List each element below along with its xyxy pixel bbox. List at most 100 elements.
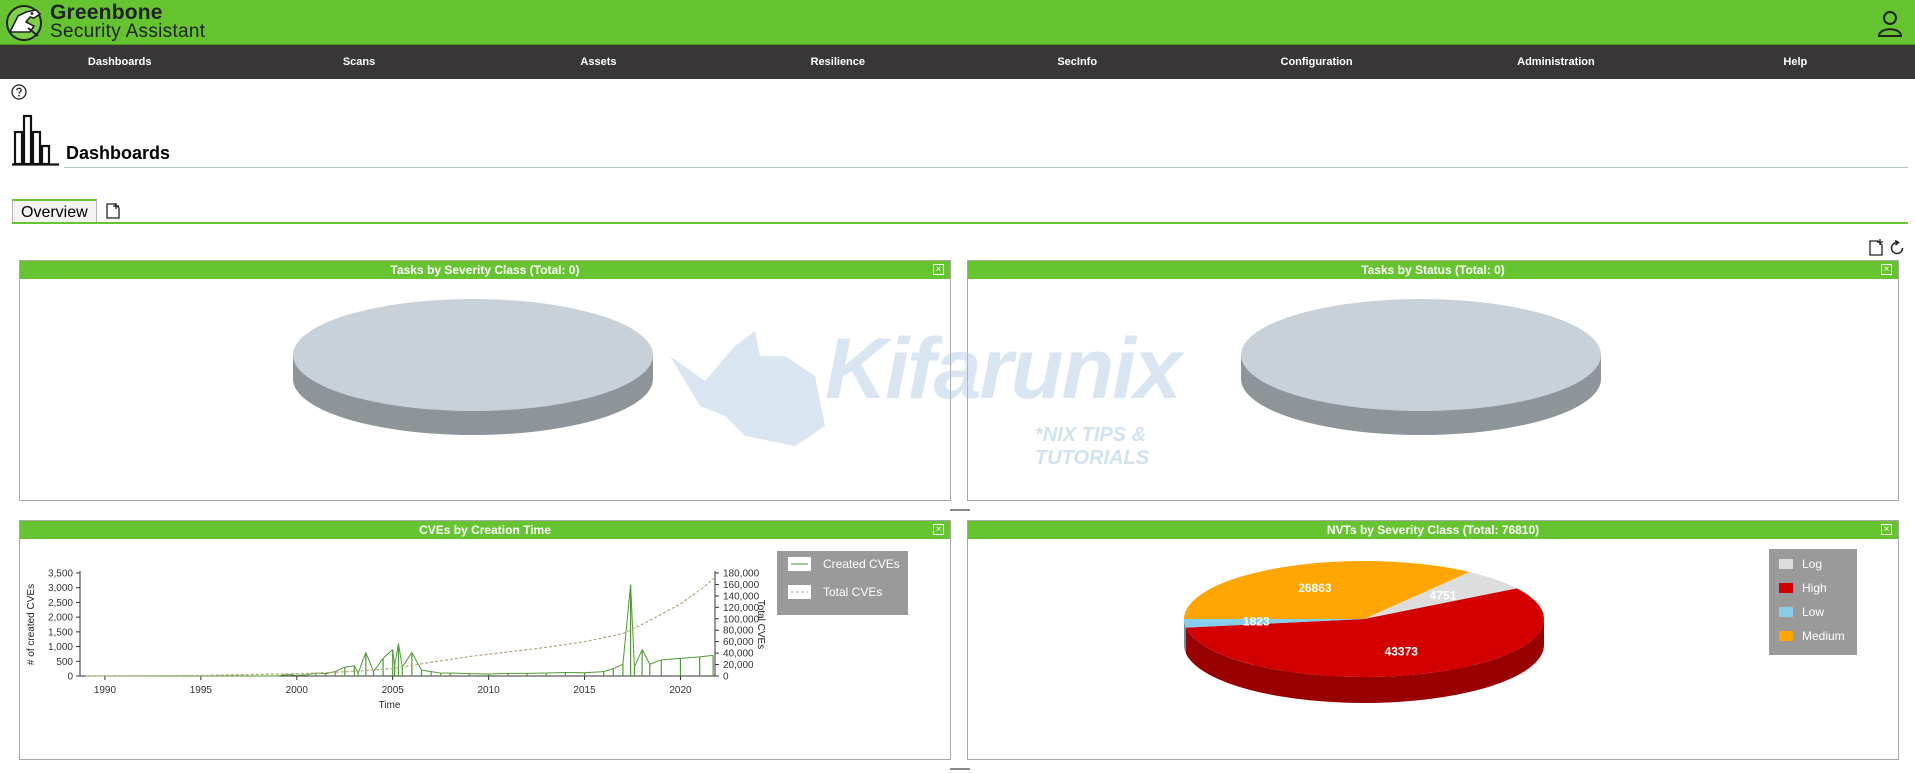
dashboard-bars-icon [12,114,59,166]
created-cves-segment [699,654,714,658]
x-tick-label: 2015 [573,685,596,696]
menu-help[interactable]: Help [1676,45,1915,79]
title-divider [64,167,1908,168]
close-icon[interactable]: × [933,264,944,275]
cves-by-creation-time-panel: CVEs by Creation Time × 0 500 1,000 1,500 2,… [19,520,951,760]
tasks-severity-chart [293,299,653,435]
pie-value-medium: 26863 [1298,581,1332,595]
created-cves-segment [401,652,413,668]
new-dashboard-icon[interactable] [1868,239,1884,256]
y-tick-label: 1,500 [48,627,73,638]
empty-pie [293,299,653,411]
tasks-status-chart [1241,299,1601,435]
panel-title[interactable]: CVEs by Creation Time [20,521,950,539]
row-resize-handle[interactable] [950,509,970,511]
menu-configuration[interactable]: Configuration [1197,45,1436,79]
close-icon[interactable]: × [933,524,944,535]
legend-swatch-high [1779,583,1793,593]
menu-scans[interactable]: Scans [239,45,478,79]
created-cves-segment [365,652,374,672]
top-bar: Greenbone Security Assistant [0,0,1915,45]
x-tick-label: 2005 [382,685,405,696]
menu-dashboards[interactable]: Dashboards [0,45,239,79]
x-axis-label: Time [379,700,401,711]
created-cves-segment [649,659,662,665]
created-cves-segment [430,671,441,674]
y-tick-label: 1,000 [48,642,73,653]
tab-overview[interactable]: Overview [12,199,97,222]
created-cves-segment [680,656,700,659]
created-cves-segment [488,672,508,675]
nvt-legend: Log High Low Medium [1769,549,1857,655]
y2-tick-label: 160,000 [723,580,760,591]
created-cves-segment [334,666,345,673]
created-cves-segment [382,649,394,659]
y2-tick-label: 140,000 [723,591,760,602]
tab-divider [12,222,1908,224]
y2-tick-label: 100,000 [723,614,760,625]
created-cves-segment [296,674,307,676]
pie-value-log: 4751 [1430,588,1457,602]
tasks-by-severity-panel: Tasks by Severity Class (Total: 0) × [19,260,951,501]
y2-tick-label: 0 [723,672,729,683]
menu-administration[interactable]: Administration [1436,45,1675,79]
panel-title[interactable]: NVTs by Severity Class (Total: 76810) [968,521,1898,539]
help-icon[interactable] [11,84,27,100]
created-cves-segment [661,657,681,661]
created-cves-segment [613,663,624,670]
created-cves-segment [421,669,432,673]
pie-top: 26863 4751 43373 1823 [1184,561,1544,677]
y2-tick-label: 60,000 [723,637,754,648]
reset-icon[interactable] [1889,240,1905,256]
y2-tick-label: 180,000 [723,569,760,580]
legend-label-medium: Medium [1802,629,1845,643]
legend-swatch-medium [1779,631,1793,641]
x-tick-label: 1990 [94,685,117,696]
x-tick-label: 2000 [286,685,309,696]
close-icon[interactable]: × [1881,524,1892,535]
nvts-by-severity-panel: NVTs by Severity Class (Total: 76810) × … [967,520,1899,760]
y2-axis-label: Total CVEs [755,600,766,649]
brand-subtitle: Security Assistant [50,21,206,42]
created-cves-segment [633,649,643,668]
user-icon[interactable] [1877,9,1903,37]
created-cves-segment [450,672,470,675]
y-axis-label: # of created CVEs [26,584,37,665]
created-cves-segment [357,652,367,674]
legend-label-total: Total CVEs [823,585,882,599]
y-tick-label: 2,000 [48,613,73,624]
legend-label-created: Created CVEs [823,557,900,571]
panel-title[interactable]: Tasks by Status (Total: 0) [968,261,1898,279]
y2-tick-label: 40,000 [723,649,754,660]
x-tick-label: 2010 [478,685,501,696]
x-tick-label: 1995 [190,685,213,696]
main-menu: Dashboards Scans Assets Resilience SecIn… [0,45,1915,79]
row-resize-handle[interactable] [950,768,970,770]
add-tab-icon[interactable] [104,202,122,220]
series-total-cves [85,577,716,677]
cve-legend: Created CVEs Total CVEs [777,551,908,615]
tasks-by-status-panel: Tasks by Status (Total: 0) × [967,260,1899,501]
x-tick-label: 2020 [669,685,692,696]
y2-tick-label: 20,000 [723,660,754,671]
cves-line-chart: 05001,0001,5002,0002,5003,0003,500020,00… [26,551,908,711]
legend-label-low: Low [1802,605,1824,619]
panel-title[interactable]: Tasks by Severity Class (Total: 0) [20,261,950,279]
created-cves-segment [641,649,651,665]
created-cves-segment [411,652,422,671]
pie-value-low: 1823 [1243,615,1270,629]
menu-assets[interactable]: Assets [479,45,718,79]
y-tick-label: 3,500 [48,569,73,580]
page-title: Dashboards [66,143,171,163]
created-cves-segment [344,665,355,668]
menu-resilience[interactable]: Resilience [718,45,957,79]
close-icon[interactable]: × [1881,264,1892,275]
empty-pie [1241,299,1601,411]
series-created-cves [85,584,714,677]
legend-label-high: High [1802,581,1827,595]
greenbone-dinosaur-icon[interactable] [4,2,46,42]
pie-value-high: 43373 [1385,645,1419,659]
y-tick-label: 3,000 [48,583,73,594]
legend-label-log: Log [1802,557,1822,571]
menu-secinfo[interactable]: SecInfo [958,45,1197,79]
